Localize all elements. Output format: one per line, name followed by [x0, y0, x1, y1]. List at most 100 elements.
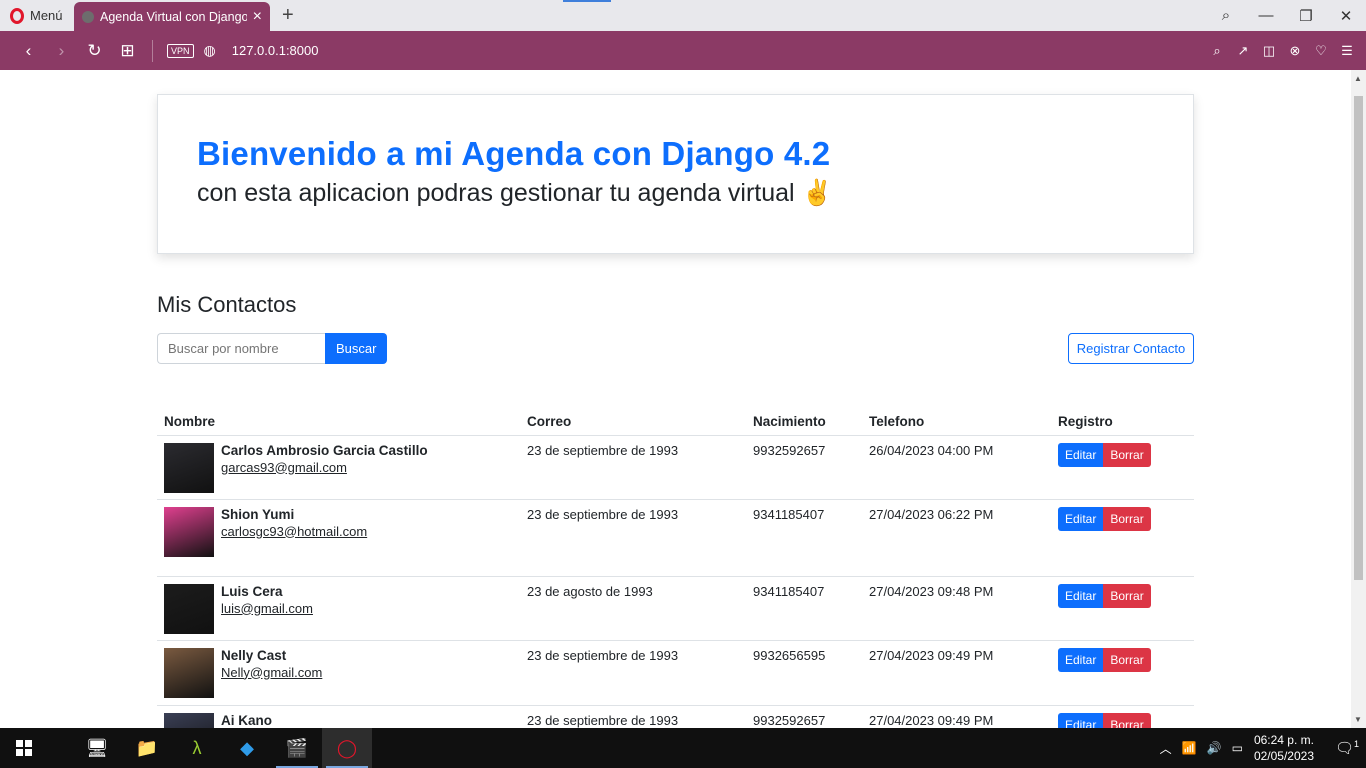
- minimize-icon[interactable]: —: [1246, 7, 1286, 24]
- edit-button[interactable]: Editar: [1058, 583, 1104, 608]
- hero-title: Bienvenido a mi Agenda con Django 4.2: [197, 135, 831, 172]
- easy-setup-icon[interactable]: ☰: [1334, 43, 1360, 59]
- delete-button[interactable]: Borrar: [1103, 442, 1151, 467]
- edit-button[interactable]: Editar: [1058, 506, 1104, 531]
- header-registro: Registro: [1051, 408, 1194, 436]
- cell-person: Nelly Cast Nelly@gmail.com: [157, 640, 520, 706]
- browser-tab[interactable]: Agenda Virtual con Django ×: [74, 2, 270, 31]
- person-block: Carlos Ambrosio Garcia Castillo garcas93…: [164, 442, 513, 493]
- cell-actions: Editar Borrar: [1051, 576, 1194, 641]
- notification-center-icon[interactable]: 🗨1: [1328, 739, 1366, 757]
- heart-icon[interactable]: ♡: [1308, 43, 1334, 59]
- maximize-icon[interactable]: ❐: [1286, 7, 1326, 25]
- table-row: Carlos Ambrosio Garcia Castillo garcas93…: [157, 435, 1194, 500]
- tray-chevron-icon[interactable]: ︿: [1160, 740, 1172, 757]
- cell-actions: Editar Borrar: [1051, 705, 1194, 728]
- close-window-icon[interactable]: ✕: [1326, 7, 1366, 25]
- opera-logo-icon: [10, 7, 24, 24]
- tab-indicator: [563, 0, 611, 2]
- clock[interactable]: 06:24 p. m. 02/05/2023: [1254, 732, 1314, 764]
- hero-card: Bienvenido a mi Agenda con Django 4.2 co…: [157, 94, 1194, 254]
- start-button[interactable]: [0, 728, 48, 768]
- window-controls: ⌕ — ❐ ✕: [1206, 0, 1366, 31]
- register-contact-button[interactable]: Registrar Contacto: [1068, 333, 1194, 364]
- forward-icon[interactable]: ›: [45, 41, 78, 61]
- reload-icon[interactable]: ↻: [78, 41, 111, 61]
- snapshot-icon[interactable]: ◫: [1256, 43, 1282, 59]
- scroll-down-icon[interactable]: ▼: [1354, 715, 1362, 724]
- contact-name: Nelly Cast: [221, 647, 287, 663]
- edit-button[interactable]: Editar: [1058, 647, 1104, 672]
- vpn-badge[interactable]: VPN: [167, 43, 194, 58]
- cell-correo: 23 de septiembre de 1993: [520, 499, 746, 577]
- notification-count: 1: [1354, 739, 1360, 749]
- taskbar-vscode-icon[interactable]: ◆: [222, 728, 272, 768]
- search-tabs-icon[interactable]: ⌕: [1206, 7, 1246, 24]
- taskbar-explorer-icon[interactable]: 📁: [122, 728, 172, 768]
- globe-icon[interactable]: ◍: [204, 42, 216, 59]
- find-icon[interactable]: ⌕: [1204, 43, 1230, 59]
- row-actions: Editar Borrar: [1058, 712, 1187, 728]
- share-icon[interactable]: ↗: [1230, 43, 1256, 59]
- cell-telefono: 27/04/2023 06:22 PM: [862, 499, 1051, 577]
- contact-email-link[interactable]: garcas93@gmail.com: [221, 460, 347, 475]
- person-block: Nelly Cast Nelly@gmail.com: [164, 647, 513, 698]
- scrollbar-thumb[interactable]: [1354, 96, 1363, 580]
- table-header-row: Nombre Correo Nacimiento Telefono Regist…: [157, 408, 1194, 436]
- cell-nacimiento: 9932592657: [746, 705, 862, 728]
- battery-icon[interactable]: ▭: [1232, 741, 1243, 755]
- close-tab-icon[interactable]: ×: [253, 8, 262, 26]
- cell-nacimiento: 9932656595: [746, 640, 862, 706]
- table-row: Shion Yumi carlosgc93@hotmail.com 23 de …: [157, 499, 1194, 577]
- tracker-icon[interactable]: ⊗: [1282, 43, 1308, 59]
- cell-person: Luis Cera luis@gmail.com: [157, 576, 520, 641]
- clock-date: 02/05/2023: [1253, 749, 1314, 763]
- cell-actions: Editar Borrar: [1051, 499, 1194, 577]
- tab-title: Agenda Virtual con Django: [100, 9, 247, 24]
- taskbar-opera-icon[interactable]: ◯: [322, 728, 372, 768]
- speed-dial-icon[interactable]: ⊞: [111, 41, 144, 61]
- contact-name: Shion Yumi: [221, 506, 295, 522]
- delete-button[interactable]: Borrar: [1103, 583, 1151, 608]
- contact-email-link[interactable]: Nelly@gmail.com: [221, 665, 322, 680]
- taskbar-computer-icon[interactable]: 🖥: [72, 728, 122, 768]
- hero-subtitle: con esta aplicacion podras gestionar tu …: [197, 179, 833, 207]
- separator: [152, 39, 153, 62]
- row-actions: Editar Borrar: [1058, 647, 1187, 672]
- cell-person: Ai Kano garcas93@gmail.com: [157, 705, 520, 728]
- opera-menu-button[interactable]: Menú: [0, 0, 74, 31]
- edit-button[interactable]: Editar: [1058, 712, 1104, 728]
- page-scrollbar[interactable]: ▲ ▼: [1351, 70, 1366, 728]
- cell-correo: 23 de septiembre de 1993: [520, 705, 746, 728]
- contact-email-link[interactable]: carlosgc93@hotmail.com: [221, 524, 367, 539]
- system-tray: ︿ 📶 🔊 ▭ 06:24 p. m. 02/05/2023 🗨1: [1155, 728, 1366, 768]
- new-tab-button[interactable]: +: [270, 0, 306, 31]
- row-actions: Editar Borrar: [1058, 583, 1187, 608]
- cell-person: Carlos Ambrosio Garcia Castillo garcas93…: [157, 435, 520, 500]
- contacts-table: Nombre Correo Nacimiento Telefono Regist…: [157, 408, 1194, 728]
- scroll-up-icon[interactable]: ▲: [1354, 74, 1362, 83]
- contact-email-link[interactable]: luis@gmail.com: [221, 601, 313, 616]
- page-content: Bienvenido a mi Agenda con Django 4.2 co…: [0, 70, 1351, 728]
- search-button[interactable]: Buscar: [325, 333, 388, 364]
- delete-button[interactable]: Borrar: [1103, 647, 1151, 672]
- volume-icon[interactable]: 🔊: [1207, 741, 1222, 755]
- table-row: Ai Kano garcas93@gmail.com 23 de septiem…: [157, 705, 1194, 728]
- header-telefono: Telefono: [862, 408, 1051, 436]
- search-input[interactable]: [157, 333, 325, 364]
- row-actions: Editar Borrar: [1058, 442, 1187, 467]
- cell-telefono: 27/04/2023 09:49 PM: [862, 640, 1051, 706]
- contact-name: Carlos Ambrosio Garcia Castillo: [221, 442, 428, 458]
- avatar: [164, 712, 214, 728]
- favicon-icon: [82, 10, 94, 23]
- delete-button[interactable]: Borrar: [1103, 506, 1151, 531]
- url-field[interactable]: 127.0.0.1:8000: [232, 43, 319, 58]
- cell-correo: 23 de agosto de 1993: [520, 576, 746, 641]
- delete-button[interactable]: Borrar: [1103, 712, 1151, 728]
- wifi-icon[interactable]: 📶: [1182, 741, 1197, 755]
- taskbar-lambda-icon[interactable]: λ: [172, 728, 222, 768]
- cell-nacimiento: 9341185407: [746, 576, 862, 641]
- edit-button[interactable]: Editar: [1058, 442, 1104, 467]
- taskbar-media-icon[interactable]: 🎬: [272, 728, 322, 768]
- back-icon[interactable]: ‹: [12, 41, 45, 61]
